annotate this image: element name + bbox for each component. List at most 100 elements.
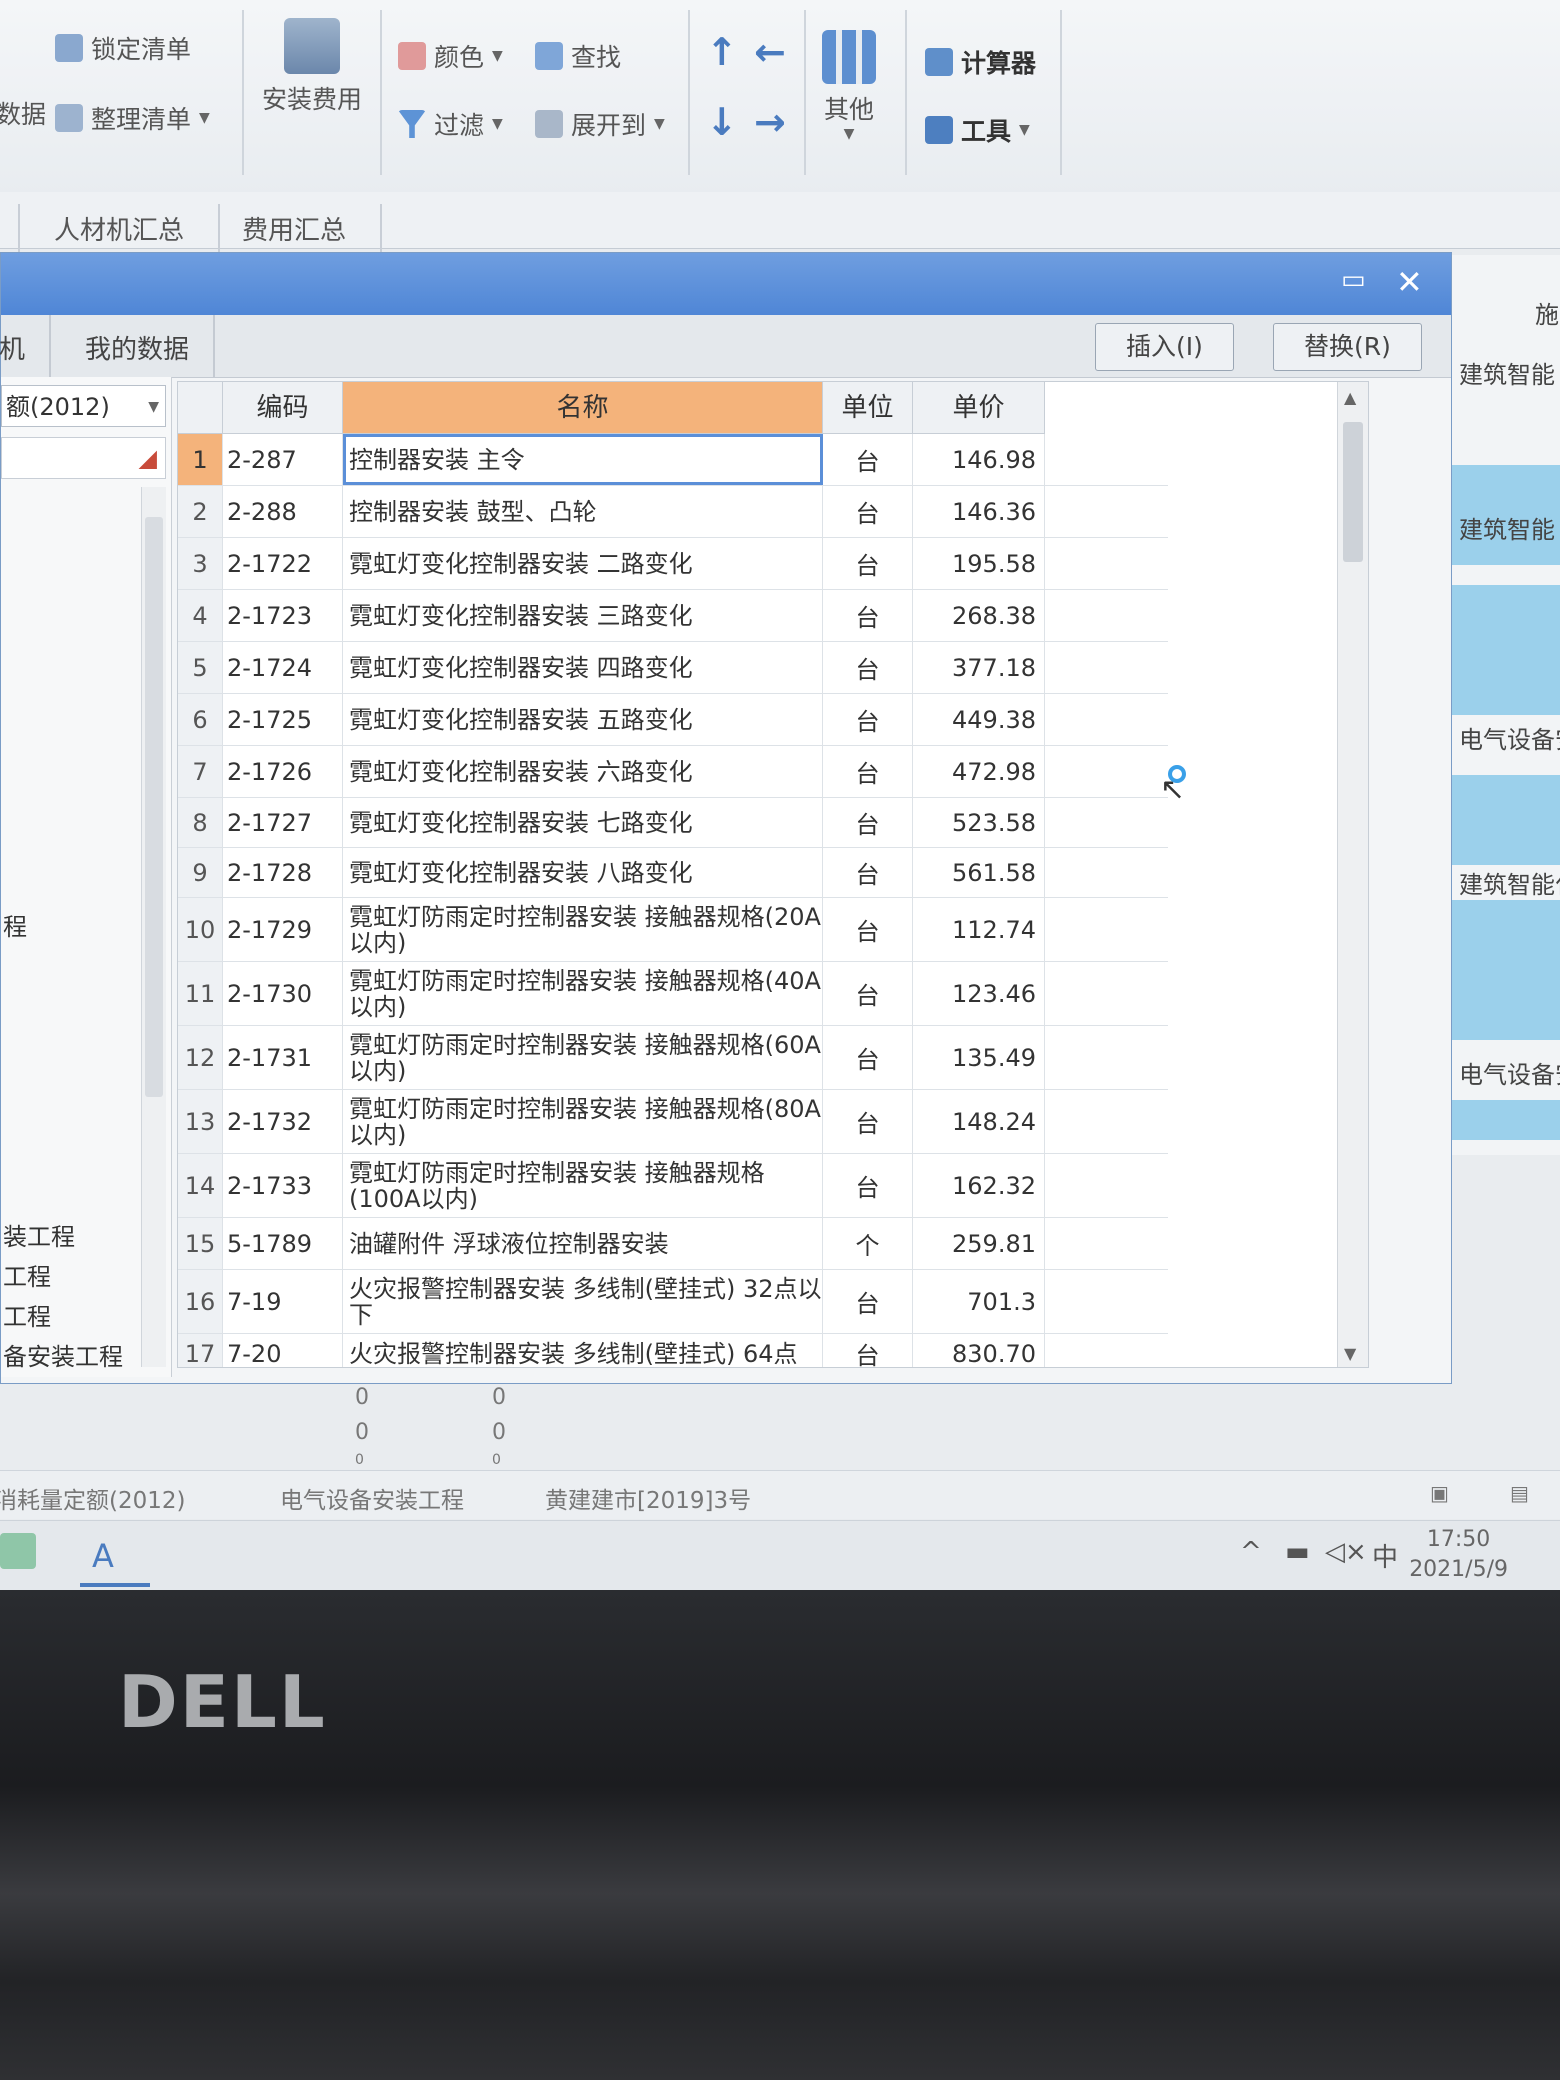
row-number[interactable]: 11 <box>178 962 223 1025</box>
tab-my-data[interactable]: 我的数据 <box>85 329 189 366</box>
code-cell[interactable]: 2-1732 <box>223 1090 343 1153</box>
name-header[interactable]: 名称 <box>343 382 823 434</box>
code-cell[interactable]: 2-287 <box>223 434 343 485</box>
name-cell[interactable]: 霓虹灯变化控制器安装 四路变化 <box>343 642 823 693</box>
table-row[interactable]: 1 2-287 控制器安装 主令台 146.98 <box>178 434 1168 486</box>
row-number[interactable]: 3 <box>178 538 223 589</box>
color-button[interactable]: 颜色 ▼ <box>398 38 503 74</box>
table-row[interactable]: 14 2-1733 霓虹灯防雨定时控制器安装 接触器规格(100A以内) 台 162.3… <box>178 1154 1168 1218</box>
clock[interactable]: 17:50 2021/5/9 <box>1409 1525 1508 1585</box>
name-cell[interactable]: 油罐附件 浮球液位控制器安装 <box>343 1218 823 1269</box>
name-cell[interactable]: 控制器安装 鼓型、凸轮 <box>343 486 823 537</box>
tree-scrollbar[interactable] <box>141 487 166 1367</box>
table-row[interactable]: 12 2-1731 霓虹灯防雨定时控制器安装 接触器规格(60A以内) 台 135.49 <box>178 1026 1168 1090</box>
code-cell[interactable]: 2-1722 <box>223 538 343 589</box>
sort-list-button[interactable]: 整理清单 ▼ <box>55 100 210 136</box>
table-row[interactable]: 15 5-1789 油罐附件 浮球液位控制器安装个 259.81 <box>178 1218 1168 1270</box>
unit-cell[interactable]: 台 <box>823 434 913 485</box>
row-number[interactable]: 12 <box>178 1026 223 1089</box>
maximize-icon[interactable]: ▭ <box>1341 265 1366 295</box>
row-number[interactable]: 6 <box>178 694 223 745</box>
name-cell[interactable]: 霓虹灯防雨定时控制器安装 接触器规格(60A以内) <box>343 1026 823 1089</box>
table-row[interactable]: 6 2-1725 霓虹灯变化控制器安装 五路变化台 449.38 <box>178 694 1168 746</box>
code-cell[interactable]: 7-20 <box>223 1334 343 1367</box>
row-number[interactable]: 9 <box>178 848 223 897</box>
unit-header[interactable]: 单位 <box>823 382 913 434</box>
row-number[interactable]: 10 <box>178 898 223 961</box>
price-cell[interactable]: 449.38 <box>913 694 1045 745</box>
pin-icon[interactable]: ◢ <box>139 444 157 472</box>
code-cell[interactable]: 2-1727 <box>223 798 343 847</box>
tree-item[interactable]: 程 <box>3 907 27 942</box>
unit-cell[interactable]: 台 <box>823 1026 913 1089</box>
code-cell[interactable]: 2-1728 <box>223 848 343 897</box>
price-cell[interactable]: 259.81 <box>913 1218 1045 1269</box>
code-cell[interactable]: 2-288 <box>223 486 343 537</box>
unit-cell[interactable]: 台 <box>823 538 913 589</box>
table-row[interactable]: 2 2-288 控制器安装 鼓型、凸轮台 146.36 <box>178 486 1168 538</box>
table-row[interactable]: 10 2-1729 霓虹灯防雨定时控制器安装 接触器规格(20A以内) 台 112.74 <box>178 898 1168 962</box>
code-cell[interactable]: 2-1730 <box>223 962 343 1025</box>
price-cell[interactable]: 472.98 <box>913 746 1045 797</box>
unit-cell[interactable]: 台 <box>823 848 913 897</box>
table-row[interactable]: 16 7-19 火灾报警控制器安装 多线制(壁挂式) 32点以下台 701.3 <box>178 1270 1168 1334</box>
name-cell[interactable]: 霓虹灯变化控制器安装 六路变化 <box>343 746 823 797</box>
unit-cell[interactable]: 个 <box>823 1218 913 1269</box>
calculator-button[interactable]: 计算器 <box>925 44 1036 80</box>
tree-filter-input[interactable]: ◢ <box>1 437 166 479</box>
row-number[interactable]: 4 <box>178 590 223 641</box>
row-number[interactable]: 8 <box>178 798 223 847</box>
price-cell[interactable]: 112.74 <box>913 898 1045 961</box>
row-number[interactable]: 2 <box>178 486 223 537</box>
row-number[interactable]: 17 <box>178 1334 223 1367</box>
unit-cell[interactable]: 台 <box>823 590 913 641</box>
install-cost-button[interactable]: 安装费用 <box>262 18 362 116</box>
code-cell[interactable]: 7-19 <box>223 1270 343 1333</box>
tab-cost-summary[interactable]: 费用汇总 <box>208 204 383 253</box>
name-cell[interactable]: 霓虹灯防雨定时控制器安装 接触器规格(80A以内) <box>343 1090 823 1153</box>
name-cell[interactable]: 火灾报警控制器安装 多线制(壁挂式) 64点 <box>343 1334 823 1367</box>
grid-scrollbar[interactable]: ▲ ▼ <box>1337 382 1368 1367</box>
insert-button[interactable]: 插入(I) <box>1095 323 1234 371</box>
unit-cell[interactable]: 台 <box>823 798 913 847</box>
unit-cell[interactable]: 台 <box>823 746 913 797</box>
name-cell[interactable]: 控制器安装 主令 <box>343 434 823 485</box>
price-cell[interactable]: 148.24 <box>913 1090 1045 1153</box>
price-header[interactable]: 单价 <box>913 382 1045 434</box>
name-cell[interactable]: 霓虹灯变化控制器安装 二路变化 <box>343 538 823 589</box>
tab-labor-material-summary[interactable]: 人材机汇总 <box>18 204 221 253</box>
table-row[interactable]: 7 2-1726 霓虹灯变化控制器安装 六路变化台 472.98 <box>178 746 1168 798</box>
table-row[interactable]: 5 2-1724 霓虹灯变化控制器安装 四路变化台 377.18 <box>178 642 1168 694</box>
taskbar-app-icon[interactable]: A <box>92 1537 114 1575</box>
row-number[interactable]: 5 <box>178 642 223 693</box>
close-icon[interactable]: ✕ <box>1396 263 1423 301</box>
price-cell[interactable]: 377.18 <box>913 642 1045 693</box>
move-left-icon[interactable]: ← <box>754 30 786 74</box>
table-row[interactable]: 11 2-1730 霓虹灯防雨定时控制器安装 接触器规格(40A以内) 台 123.46 <box>178 962 1168 1026</box>
scroll-thumb[interactable] <box>1343 422 1363 562</box>
unit-cell[interactable]: 台 <box>823 642 913 693</box>
name-cell[interactable]: 火灾报警控制器安装 多线制(壁挂式) 32点以下 <box>343 1270 823 1333</box>
quota-select[interactable]: 额(2012) ▼ <box>1 385 166 427</box>
unit-cell[interactable]: 台 <box>823 1270 913 1333</box>
row-number[interactable]: 15 <box>178 1218 223 1269</box>
price-cell[interactable]: 146.36 <box>913 486 1045 537</box>
table-row[interactable]: 17 7-20 火灾报警控制器安装 多线制(壁挂式) 64点台 830.70 <box>178 1334 1168 1367</box>
price-cell[interactable]: 561.58 <box>913 848 1045 897</box>
unit-cell[interactable]: 台 <box>823 1334 913 1367</box>
table-row[interactable]: 9 2-1728 霓虹灯变化控制器安装 八路变化台 561.58 <box>178 848 1168 898</box>
unit-cell[interactable]: 台 <box>823 1154 913 1217</box>
move-right-icon[interactable]: → <box>754 100 786 144</box>
code-cell[interactable]: 2-1723 <box>223 590 343 641</box>
unit-cell[interactable]: 台 <box>823 898 913 961</box>
data-button-partial[interactable]: 数据 <box>0 95 46 131</box>
move-up-icon[interactable]: ↑ <box>706 30 738 74</box>
table-row[interactable]: 13 2-1732 霓虹灯防雨定时控制器安装 接触器规格(80A以内) 台 148.24 <box>178 1090 1168 1154</box>
table-row[interactable]: 3 2-1722 霓虹灯变化控制器安装 二路变化台 195.58 <box>178 538 1168 590</box>
name-cell[interactable]: 霓虹灯防雨定时控制器安装 接触器规格(20A以内) <box>343 898 823 961</box>
expand-to-button[interactable]: 展开到 ▼ <box>535 106 665 142</box>
code-cell[interactable]: 2-1731 <box>223 1026 343 1089</box>
code-cell[interactable]: 2-1724 <box>223 642 343 693</box>
code-cell[interactable]: 5-1789 <box>223 1218 343 1269</box>
move-down-icon[interactable]: ↓ <box>706 100 738 144</box>
